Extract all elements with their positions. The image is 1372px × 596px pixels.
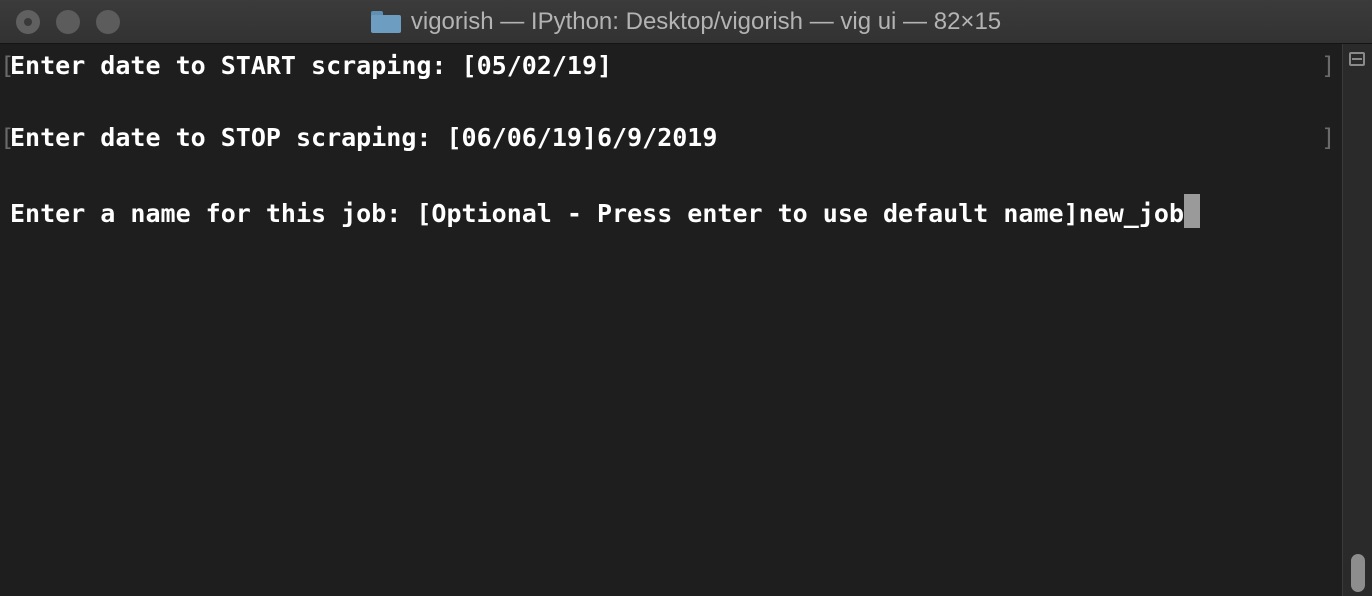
terminal-output[interactable]: [ Enter date to START scraping: [05/02/1… <box>0 44 1342 596</box>
title-bar[interactable]: vigorish — IPython: Desktop/vigorish — v… <box>0 0 1372 44</box>
text-cursor <box>1184 194 1200 228</box>
terminal-window: vigorish — IPython: Desktop/vigorish — v… <box>0 0 1372 596</box>
window-title-group: vigorish — IPython: Desktop/vigorish — v… <box>0 0 1372 44</box>
split-pane-icon[interactable] <box>1349 52 1365 66</box>
window-title: vigorish — IPython: Desktop/vigorish — v… <box>410 8 1002 35</box>
terminal-line-job-name: Enter a name for this job: [Optional - P… <box>10 199 1184 228</box>
terminal-line-start-date: Enter date to START scraping: [05/02/19] <box>10 51 613 80</box>
terminal-input-line[interactable]: Enter a name for this job: [Optional - P… <box>10 194 1200 228</box>
prompt-mark-close: ] <box>1321 124 1336 152</box>
scrollbar-thumb[interactable] <box>1351 554 1365 592</box>
folder-icon <box>370 11 401 33</box>
prompt-mark-close: ] <box>1321 52 1336 80</box>
vertical-scrollbar[interactable] <box>1342 44 1372 596</box>
terminal-line-stop-date: Enter date to STOP scraping: [06/06/19]6… <box>10 123 718 152</box>
